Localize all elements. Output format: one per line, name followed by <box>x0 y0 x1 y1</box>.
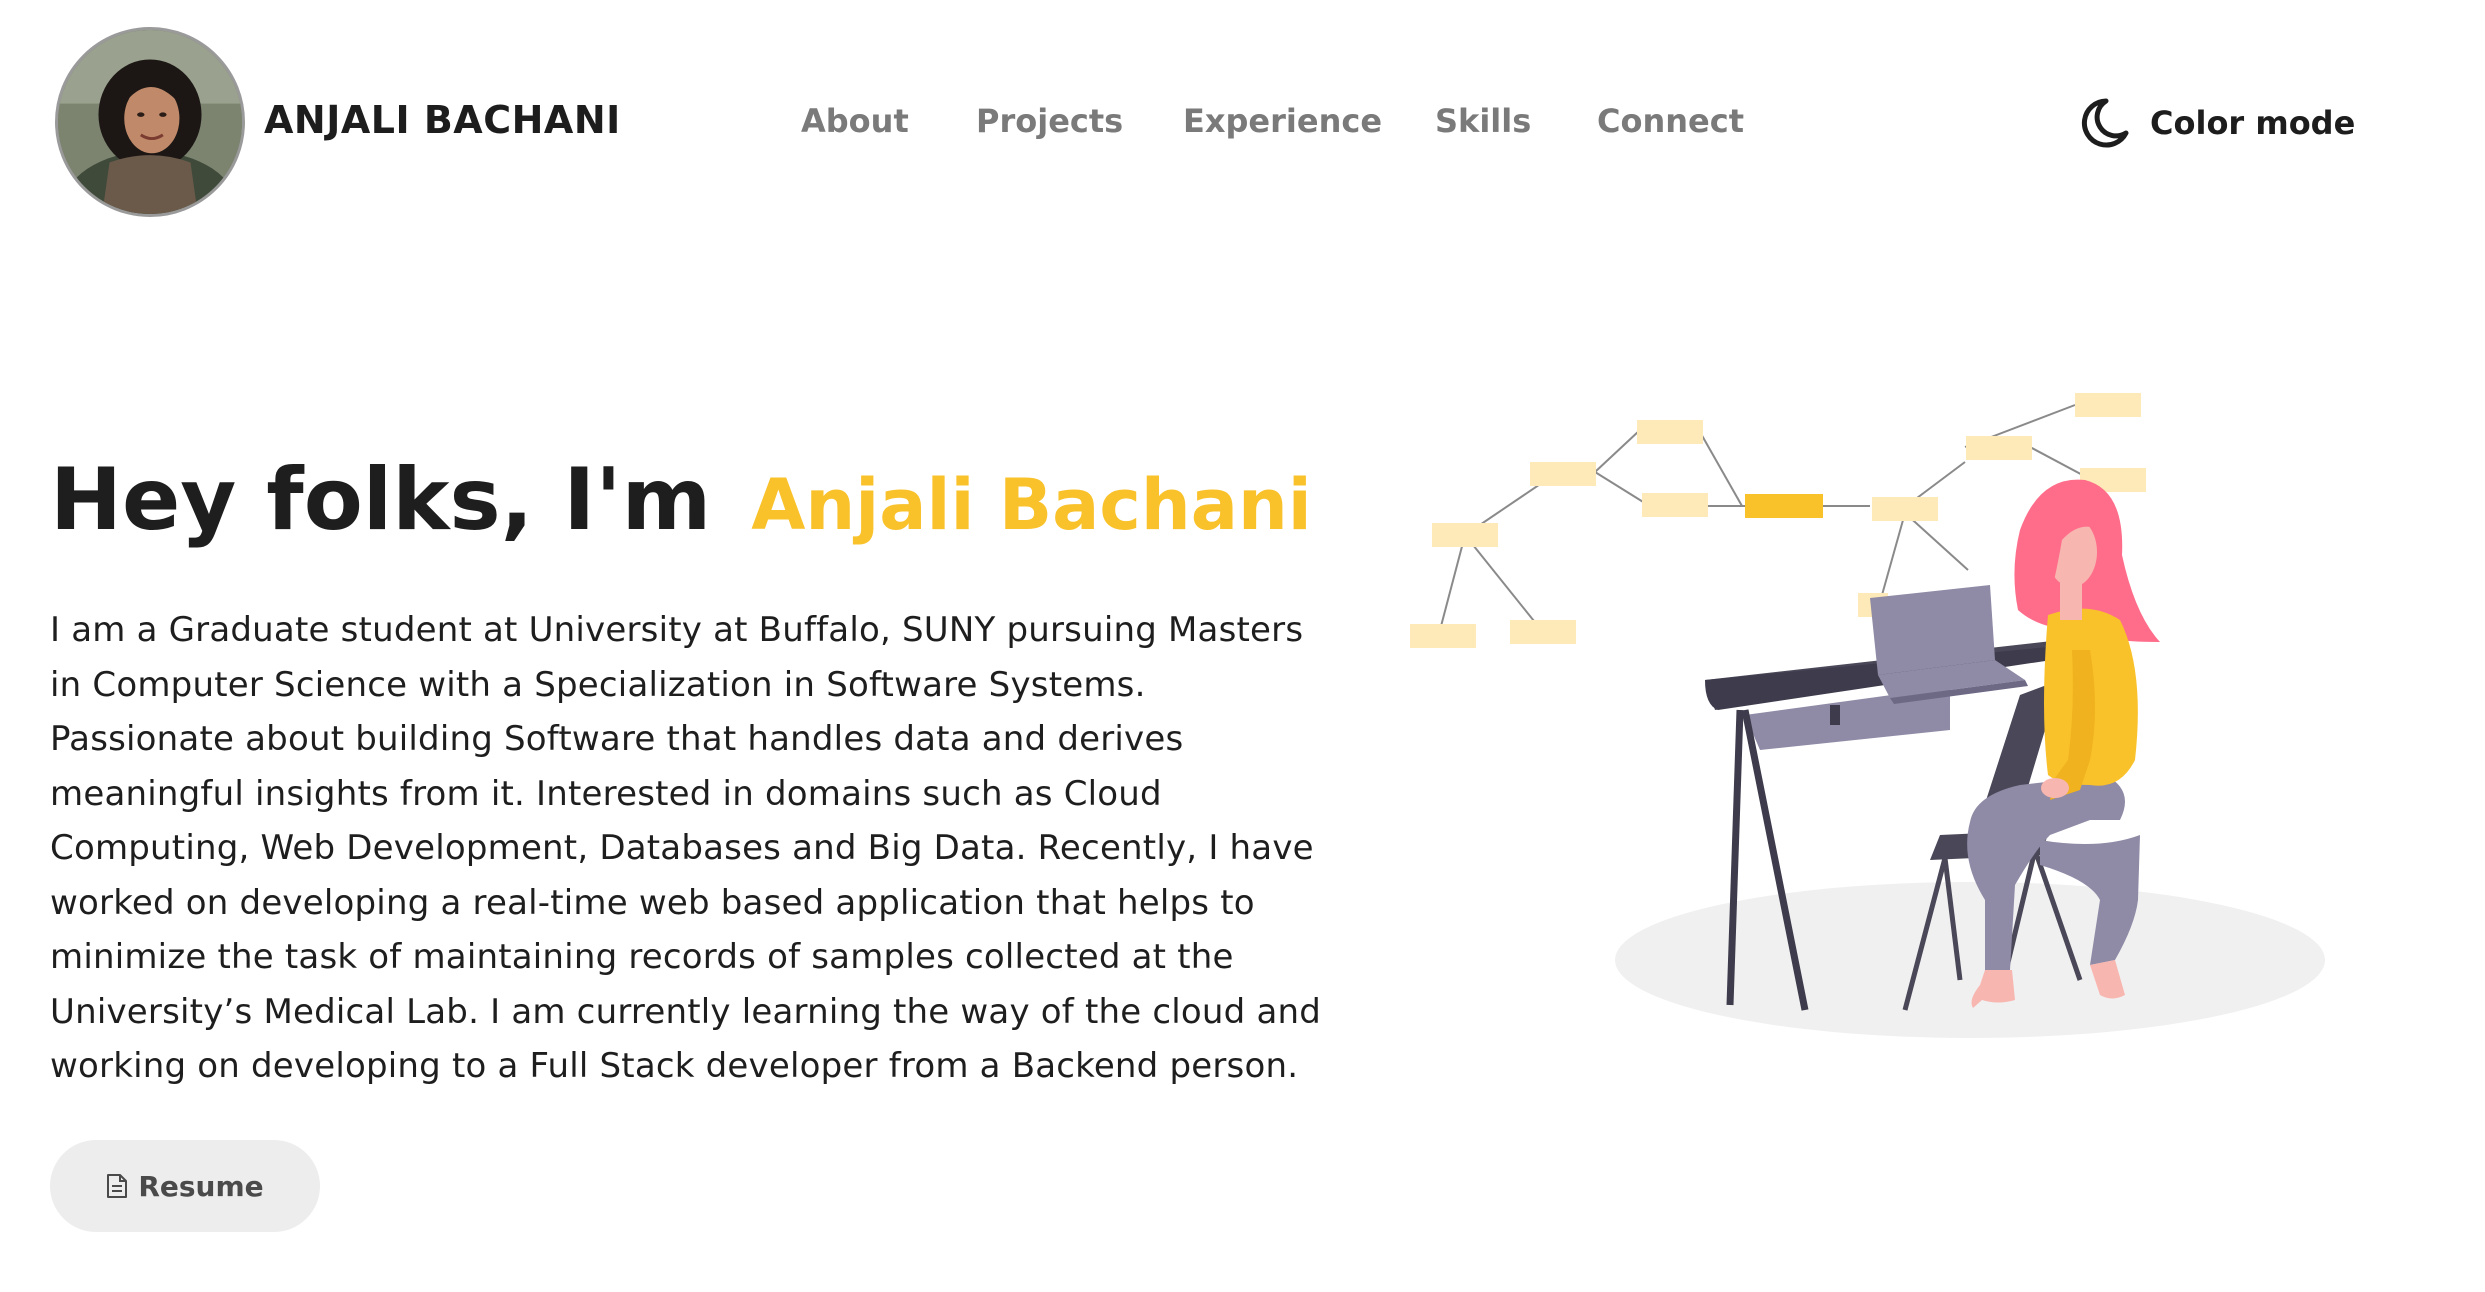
nav-about[interactable]: About <box>801 102 909 140</box>
hero-name: Anjali Bachani <box>751 464 1312 546</box>
resume-label: Resume <box>138 1169 264 1203</box>
portfolio-page: ANJALI BACHANI About Projects Experience… <box>0 0 2485 1292</box>
hero-illustration <box>1400 380 2360 1060</box>
resume-button[interactable]: Resume <box>50 1140 320 1232</box>
hero-bio: I am a Graduate student at University at… <box>50 610 1322 1086</box>
nav-experience[interactable]: Experience <box>1183 102 1382 140</box>
site-header: ANJALI BACHANI About Projects Experience… <box>0 0 2485 250</box>
nav-connect[interactable]: Connect <box>1597 102 1744 140</box>
woman-at-desk-illustration <box>1410 393 2325 1038</box>
nav-skills[interactable]: Skills <box>1435 102 1531 140</box>
color-mode-toggle[interactable]: Color mode <box>2076 92 2355 154</box>
nav-projects[interactable]: Projects <box>976 102 1123 140</box>
document-icon <box>107 1174 128 1198</box>
hero-title: Hey folks, I'm Anjali Bachani <box>50 450 1312 560</box>
hero-greeting: Hey folks, I'm <box>50 450 712 550</box>
color-mode-label: Color mode <box>2150 104 2356 142</box>
moon-icon <box>2081 98 2129 148</box>
